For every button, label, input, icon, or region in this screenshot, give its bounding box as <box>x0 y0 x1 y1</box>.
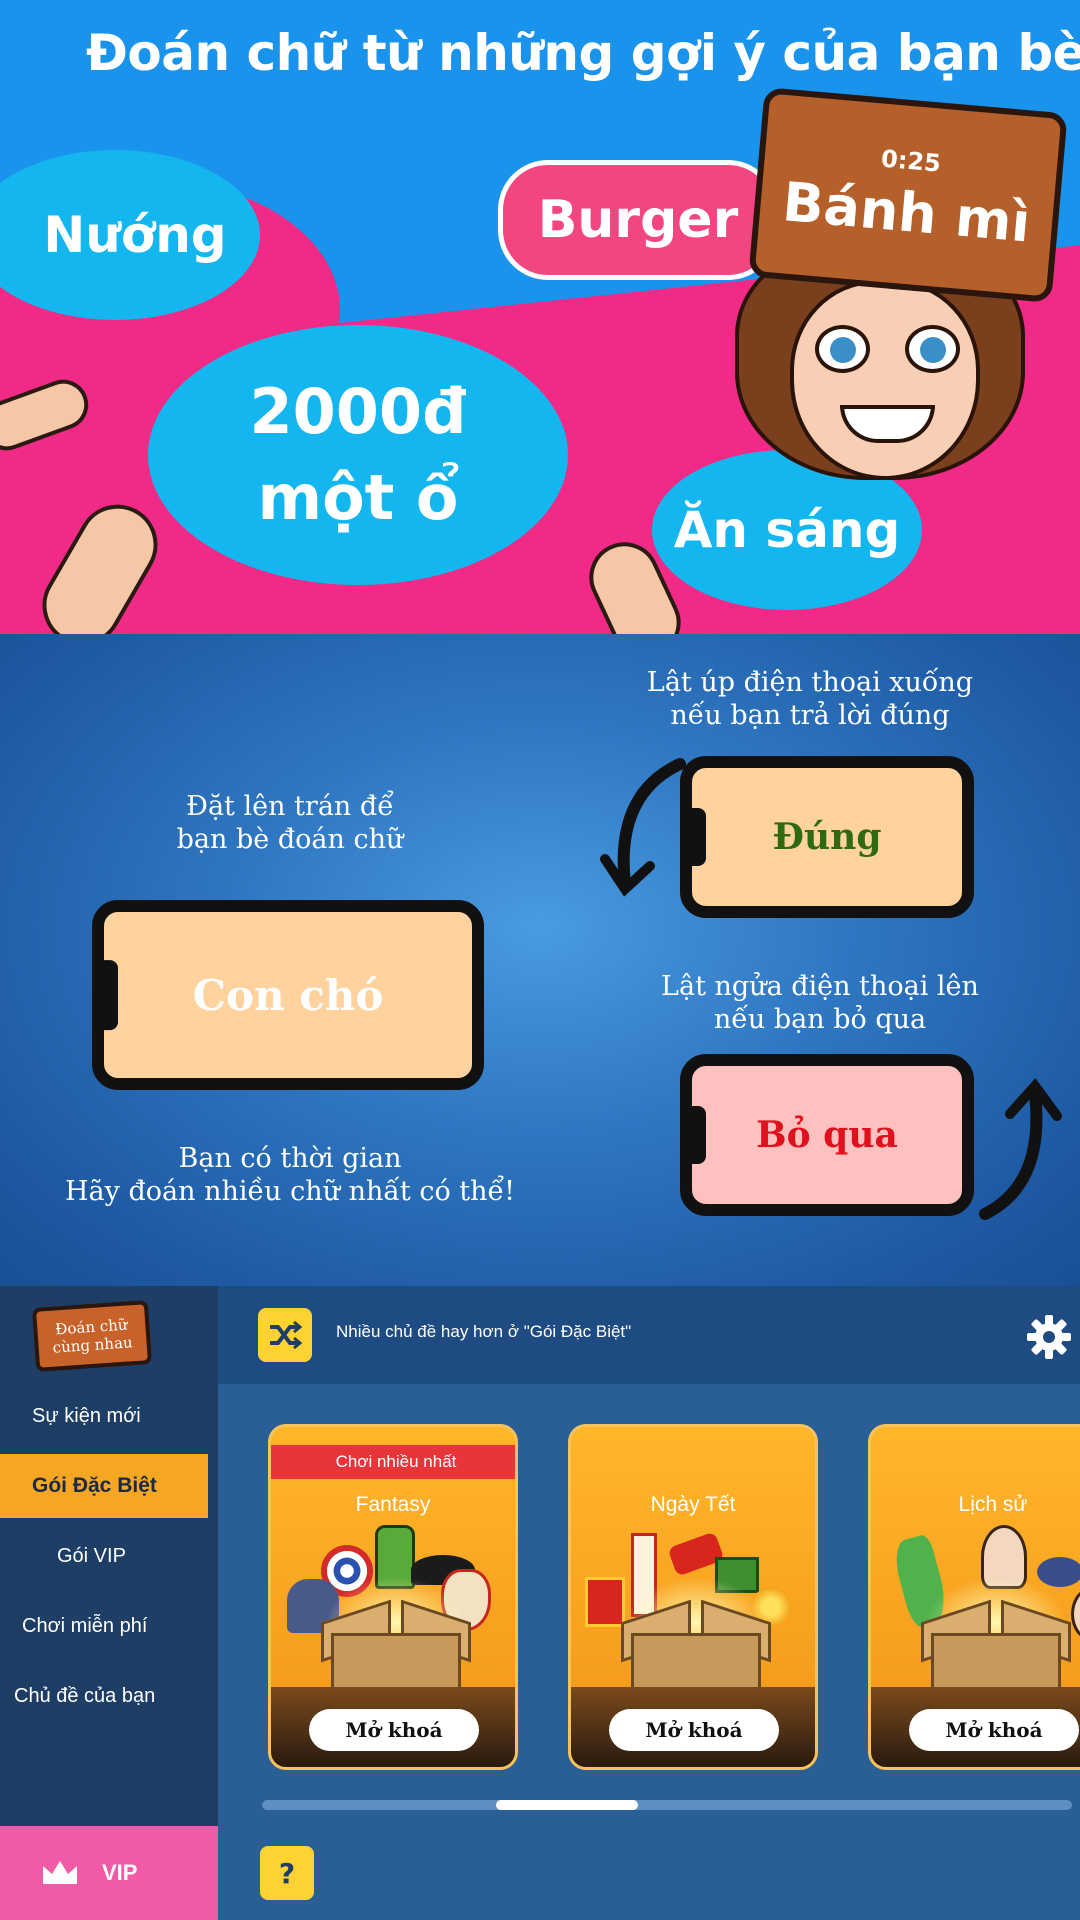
sidebar-item-goi-vip[interactable]: Gói VIP <box>0 1524 208 1588</box>
help-button[interactable]: ? <box>260 1846 314 1900</box>
hint-text: một ổ <box>257 461 459 534</box>
phone-correct: Đúng <box>680 756 974 918</box>
app-screen: Đoán chữ cùng nhau Sự kiện mới Gói Đặc B… <box>0 1286 1080 1920</box>
vip-label: VIP <box>102 1860 138 1885</box>
pack-card-ngay-tet[interactable]: Ngày Tết Mở khoá <box>568 1424 818 1770</box>
pack-title: Lịch sử <box>958 1493 1028 1516</box>
top-bar: Nhiều chủ đề hay hơn ở "Gói Đặc Biệt" <box>218 1286 1080 1384</box>
promo-panel-hints: Đoán chữ từ những gợi ý của bạn bè Nướng… <box>0 0 1080 634</box>
instruction-line: Đặt lên trán để <box>186 791 394 822</box>
hint-text: 2000đ <box>249 375 467 448</box>
pack-card-lich-su[interactable]: Lịch sử Mở khoá <box>868 1424 1080 1770</box>
phone-skip: Bỏ qua <box>680 1054 974 1216</box>
card-timer: 0:25 <box>880 144 942 178</box>
unlock-button[interactable]: Mở khoá <box>309 1709 479 1751</box>
lantern-icon <box>1037 1557 1080 1587</box>
instruction-line: Lật ngửa điện thoại lên <box>661 971 979 1002</box>
app-logo: Đoán chữ cùng nhau <box>31 1300 153 1372</box>
rotate-up-arrow-icon <box>979 1078 1062 1220</box>
instruction-skip: Lật ngửa điện thoại lên nếu bạn bỏ qua <box>610 970 1030 1036</box>
scrollbar-thumb[interactable] <box>496 1800 638 1810</box>
red-envelope-icon <box>585 1577 625 1627</box>
rotate-down-arrow-icon <box>600 758 686 897</box>
sidebar-item-su-kien-moi[interactable]: Sự kiện mới <box>0 1384 208 1448</box>
horizontal-scrollbar[interactable] <box>262 1800 1072 1810</box>
instruction-forehead: Đặt lên trán để bạn bè đoán chữ <box>60 790 520 856</box>
crown-icon <box>43 1861 77 1884</box>
pack-title: Fantasy <box>355 1493 431 1516</box>
instruction-time: Bạn có thời gian Hãy đoán nhiều chữ nhất… <box>20 1142 560 1208</box>
sidebar-item-choi-mien-phi[interactable]: Chơi miễn phí <box>0 1594 208 1658</box>
hint-text: Nướng <box>43 206 227 264</box>
shuffle-button[interactable] <box>258 1308 312 1362</box>
instruction-line: Bạn có thời gian <box>178 1143 402 1174</box>
skip-label: Bỏ qua <box>756 1114 898 1156</box>
instruction-line: nếu bạn trả lời đúng <box>670 700 950 731</box>
phone-word: Con chó <box>192 970 384 1020</box>
shuffle-icon <box>270 1320 302 1350</box>
girl-eye <box>905 325 960 373</box>
girl-eye <box>815 325 870 373</box>
banner-text: Nhiều chủ đề hay hơn ở "Gói Đặc Biệt" <box>336 1322 632 1341</box>
phone-notch <box>102 960 118 1030</box>
card-word: Bánh mì <box>780 169 1033 255</box>
instruction-line: Hãy đoán nhiều chữ nhất có thể! <box>65 1176 515 1207</box>
unlock-button[interactable]: Mở khoá <box>909 1709 1079 1751</box>
phone-notch <box>690 1106 706 1164</box>
hint-text: Burger <box>537 190 739 250</box>
phone-con-cho: Con chó <box>92 900 484 1090</box>
phone-notch <box>690 808 706 866</box>
girl-face <box>790 280 980 480</box>
most-played-ribbon: Chơi nhiều nhất <box>271 1445 515 1479</box>
help-label: ? <box>278 1856 296 1890</box>
gear-icon[interactable] <box>1026 1314 1072 1360</box>
instruction-line: bạn bè đoán chữ <box>176 824 404 855</box>
historical-figure-icon <box>1071 1587 1080 1641</box>
promo-headline: Đoán chữ từ những gợi ý của bạn bè <box>86 24 1080 82</box>
unlock-button[interactable]: Mở khoá <box>609 1709 779 1751</box>
sidebar: Đoán chữ cùng nhau Sự kiện mới Gói Đặc B… <box>0 1286 218 1920</box>
correct-label: Đúng <box>772 816 882 858</box>
hint-bubble-price: 2000đ một ổ <box>148 325 568 585</box>
promo-panel-instructions: Đặt lên trán để bạn bè đoán chữ Con chó … <box>0 634 1080 1286</box>
pack-title: Ngày Tết <box>650 1493 736 1516</box>
sidebar-item-goi-dac-biet[interactable]: Gói Đặc Biệt <box>0 1454 208 1518</box>
instruction-line: nếu bạn bỏ qua <box>713 1004 927 1035</box>
hint-text: Ăn sáng <box>673 501 901 559</box>
word-card: 0:25 Bánh mì <box>748 87 1068 303</box>
instruction-correct: Lật úp điện thoại xuống nếu bạn trả lời … <box>590 666 1030 732</box>
instruction-line: Lật úp điện thoại xuống <box>646 667 974 698</box>
ribbon-text: Chơi nhiều nhất <box>335 1452 457 1471</box>
sidebar-item-chu-de-cua-ban[interactable]: Chủ đề của bạn <box>0 1664 208 1728</box>
vip-button[interactable]: VIP <box>0 1826 218 1920</box>
pack-card-fantasy[interactable]: Chơi nhiều nhất Fantasy Mở khoá <box>268 1424 518 1770</box>
